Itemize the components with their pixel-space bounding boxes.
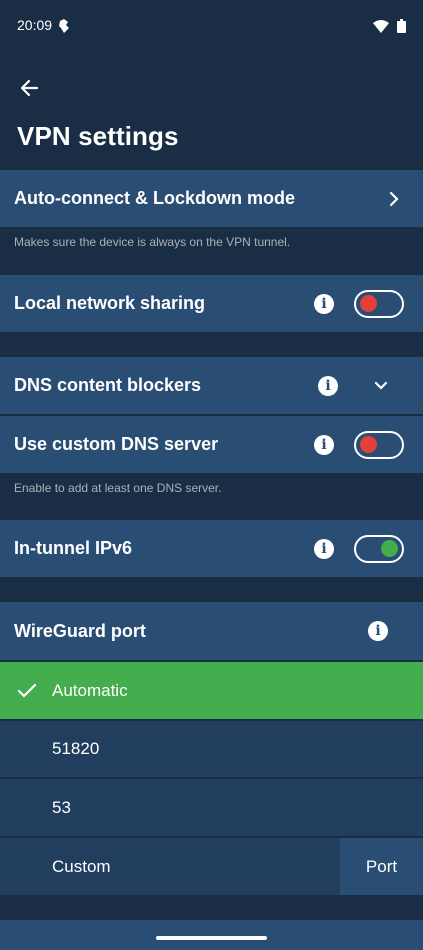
dns-content-blockers-row[interactable]: DNS content blockers i bbox=[0, 357, 423, 414]
port-option-label: Custom bbox=[52, 856, 111, 876]
local-network-sharing-toggle[interactable] bbox=[354, 289, 404, 318]
local-network-sharing-row: Local network sharing i bbox=[0, 275, 423, 332]
next-row bbox=[0, 920, 423, 950]
ipv6-row: In-tunnel IPv6 i bbox=[0, 520, 423, 577]
arrow-left-icon bbox=[20, 79, 39, 97]
wifi-icon bbox=[373, 19, 389, 38]
info-icon[interactable]: i bbox=[368, 621, 388, 641]
info-icon[interactable]: i bbox=[314, 293, 334, 314]
battery-icon bbox=[397, 19, 406, 38]
chevron-right-icon bbox=[389, 191, 399, 206]
custom-dns-label: Use custom DNS server bbox=[14, 434, 219, 454]
ipv6-label: In-tunnel IPv6 bbox=[14, 538, 133, 558]
custom-dns-toggle[interactable] bbox=[354, 430, 404, 459]
port-option-label: 51820 bbox=[52, 739, 100, 758]
wireguard-port-label: WireGuard port bbox=[14, 620, 146, 641]
local-network-sharing-label: Local network sharing bbox=[14, 293, 206, 313]
toggle-knob bbox=[360, 435, 377, 453]
wireguard-port-row: WireGuard port i bbox=[0, 602, 423, 660]
info-icon[interactable]: i bbox=[314, 434, 334, 455]
auto-connect-row[interactable]: Auto-connect & Lockdown mode bbox=[0, 170, 423, 227]
page-title: VPN settings bbox=[17, 121, 179, 151]
back-button[interactable] bbox=[18, 76, 42, 100]
info-icon[interactable]: i bbox=[318, 375, 338, 396]
auto-connect-description: Makes sure the device is always on the V… bbox=[14, 235, 291, 249]
port-option-label: Automatic bbox=[52, 680, 128, 700]
status-time: 20:09 bbox=[17, 17, 53, 33]
custom-port-input[interactable]: Port bbox=[340, 838, 423, 895]
port-option-automatic[interactable]: Automatic bbox=[0, 662, 423, 719]
checkmark-icon bbox=[17, 683, 37, 698]
home-indicator bbox=[156, 936, 267, 940]
port-option-53[interactable]: 53 bbox=[0, 779, 423, 836]
chevron-down-icon[interactable] bbox=[374, 381, 388, 391]
auto-connect-label: Auto-connect & Lockdown mode bbox=[14, 188, 295, 208]
port-option-custom[interactable]: Custom Port bbox=[0, 838, 423, 895]
info-icon[interactable]: i bbox=[314, 538, 334, 559]
toggle-knob bbox=[360, 294, 377, 312]
port-option-label: 53 bbox=[52, 797, 71, 817]
status-icons bbox=[373, 19, 406, 38]
custom-dns-description: Enable to add at least one DNS server. bbox=[14, 481, 222, 495]
port-option-51820[interactable]: 51820 bbox=[0, 721, 423, 777]
ipv6-toggle[interactable] bbox=[354, 534, 404, 563]
custom-dns-row: Use custom DNS server i bbox=[0, 416, 423, 473]
toggle-knob bbox=[381, 539, 398, 557]
dns-content-blockers-label: DNS content blockers bbox=[14, 375, 202, 395]
notification-icon bbox=[58, 19, 70, 38]
